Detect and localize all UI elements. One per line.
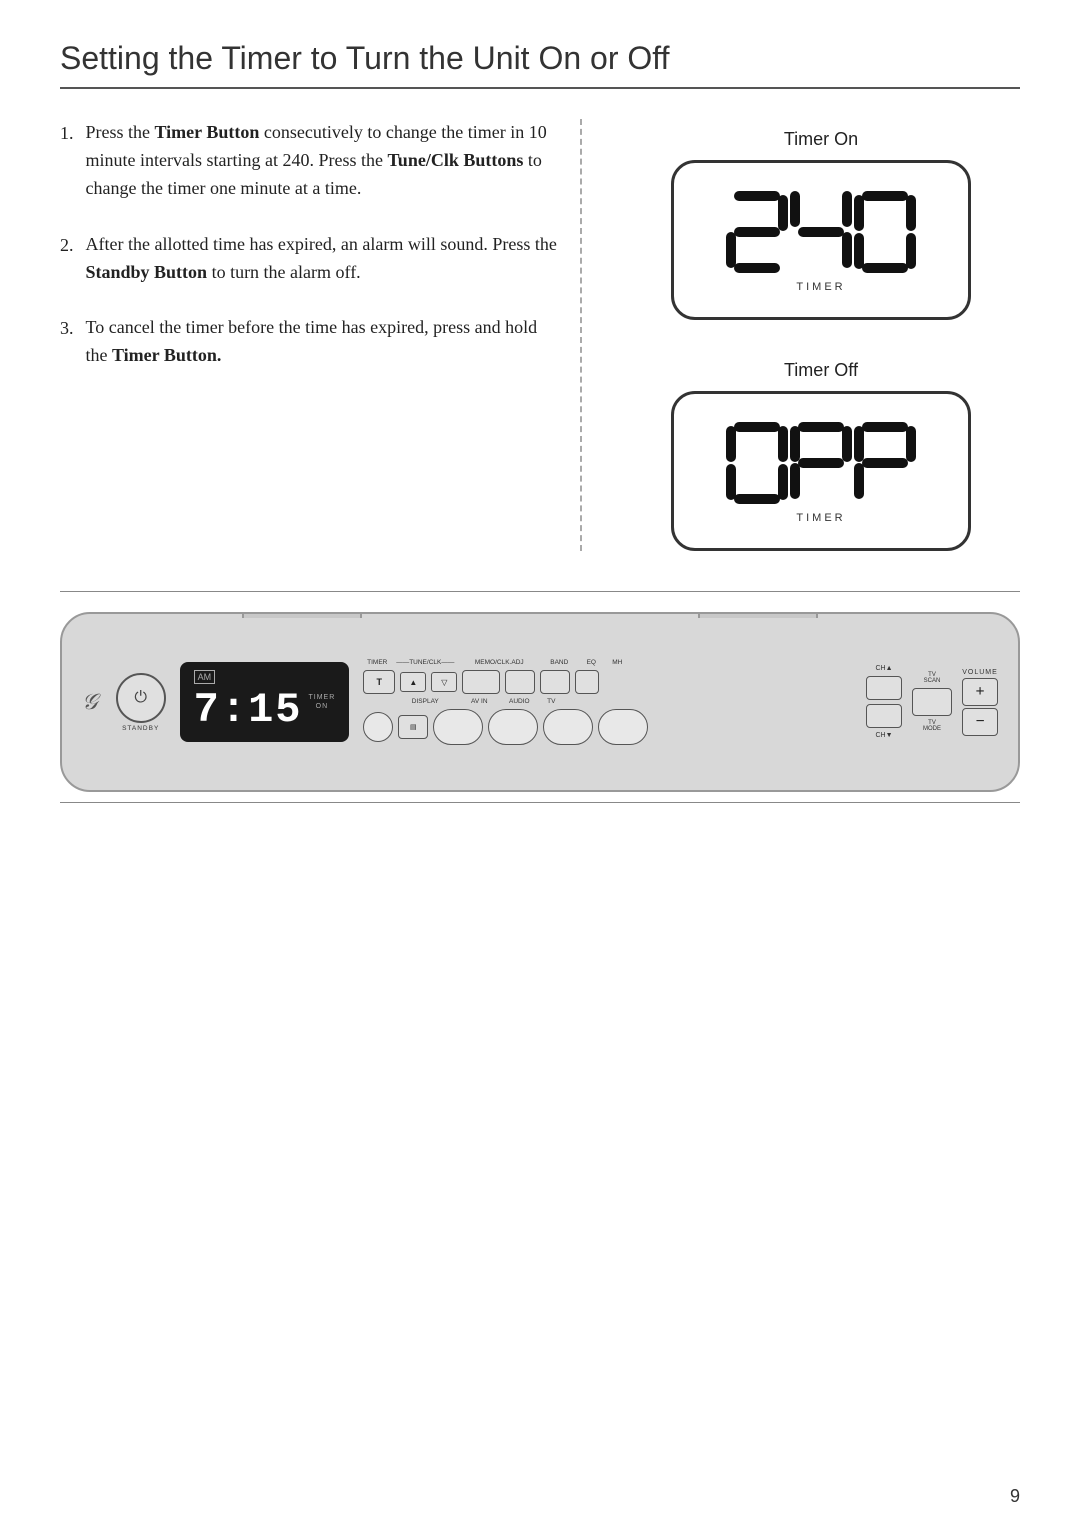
timer-on-group: Timer On bbox=[671, 129, 971, 320]
letter-f1-icon bbox=[790, 418, 852, 508]
standby-area: ⏻ STANDBY bbox=[116, 673, 166, 732]
scan-label: TVSCAN bbox=[924, 672, 941, 684]
timer-off-label: Timer Off bbox=[784, 360, 858, 381]
band-label: BAND bbox=[543, 659, 575, 666]
instruction-item-1: 1. Press the Timer Button consecutively … bbox=[60, 119, 560, 203]
digit-0-icon bbox=[854, 187, 916, 277]
instruction-text-3: To cancel the timer before the time has … bbox=[86, 314, 561, 370]
ch-up-label: CH▲ bbox=[875, 665, 892, 672]
ch-down-label: CH▼ bbox=[875, 732, 892, 739]
instruction-num-1: 1. bbox=[60, 119, 74, 203]
round-btn-1[interactable] bbox=[363, 712, 393, 742]
band-btn[interactable] bbox=[505, 670, 535, 694]
instructions-column: 1. Press the Timer Button consecutively … bbox=[60, 119, 580, 551]
device-bump-right bbox=[698, 612, 818, 618]
display-btn[interactable]: ▤ bbox=[398, 715, 428, 739]
tv-btn[interactable] bbox=[543, 709, 593, 745]
clock-time: 7:15 bbox=[194, 686, 303, 734]
clock-display: AM 7:15 TIMERON bbox=[180, 662, 350, 742]
instruction-num-3: 3. bbox=[60, 314, 74, 370]
scan-mode-controls: TVSCAN TVMODE bbox=[912, 672, 952, 732]
page-number: 9 bbox=[1010, 1486, 1020, 1507]
volume-label: VOLUME bbox=[962, 669, 998, 676]
letter-f2-icon bbox=[854, 418, 916, 508]
am-badge: AM bbox=[194, 670, 216, 684]
timer-on-device-label: TIMERON bbox=[309, 693, 336, 711]
eq-label: EQ bbox=[579, 659, 603, 666]
mid-controls: TIMER ——TUNE/CLK—— MEMO/CLK.ADJ BAND EQ … bbox=[363, 659, 648, 745]
instruction-text-1: Press the Timer Button consecutively to … bbox=[86, 119, 561, 203]
instruction-num-2: 2. bbox=[60, 231, 74, 287]
audio-btn[interactable] bbox=[488, 709, 538, 745]
timer-off-sub-label: TIMER bbox=[796, 512, 845, 524]
instruction-item-3: 3. To cancel the timer before the time h… bbox=[60, 314, 560, 370]
volume-up-btn[interactable]: + bbox=[962, 678, 998, 706]
letter-o-icon bbox=[726, 418, 788, 508]
page-container: Setting the Timer to Turn the Unit On or… bbox=[0, 0, 1080, 1527]
mh-btn[interactable] bbox=[575, 670, 599, 694]
device-bump-left bbox=[242, 612, 362, 618]
page-title: Setting the Timer to Turn the Unit On or… bbox=[60, 40, 1020, 89]
device-inner: 𝒢 ⏻ STANDBY AM 7:15 TIMERON bbox=[62, 614, 1018, 790]
ch-down-btn[interactable] bbox=[866, 704, 902, 728]
memo-clk-label: MEMO/CLK.ADJ bbox=[459, 659, 539, 666]
diagrams-column: Timer On bbox=[580, 119, 1020, 551]
btn-row-2: ▤ bbox=[363, 709, 648, 745]
device-section: 𝒢 ⏻ STANDBY AM 7:15 TIMERON bbox=[60, 591, 1020, 803]
volume-down-btn[interactable]: − bbox=[962, 708, 998, 736]
brand-logo-area: 𝒢 bbox=[82, 689, 98, 715]
avin-btn[interactable] bbox=[433, 709, 483, 745]
timer-btn[interactable]: T bbox=[363, 670, 395, 694]
ch-up-btn[interactable] bbox=[866, 676, 902, 700]
instruction-list: 1. Press the Timer Button consecutively … bbox=[60, 119, 560, 370]
mh-label: MH bbox=[607, 659, 627, 666]
timer-on-label: Timer On bbox=[784, 129, 858, 150]
btn-top-labels: TIMER ——TUNE/CLK—— MEMO/CLK.ADJ BAND EQ … bbox=[363, 659, 648, 666]
ch-controls: CH▲ CH▼ bbox=[866, 665, 902, 739]
digit-4-icon bbox=[790, 187, 852, 277]
instruction-item-2: 2. After the allotted time has expired, … bbox=[60, 231, 560, 287]
main-content: 1. Press the Timer Button consecutively … bbox=[60, 119, 1020, 551]
btn-row-1: T ▲ ▽ bbox=[363, 670, 648, 694]
timer-off-display bbox=[726, 418, 916, 508]
tune-clk-label: ——TUNE/CLK—— bbox=[395, 659, 455, 666]
scan-btn[interactable] bbox=[912, 688, 952, 716]
device-image: 𝒢 ⏻ STANDBY AM 7:15 TIMERON bbox=[60, 612, 1020, 792]
digit-2-icon bbox=[726, 187, 788, 277]
eq-btn[interactable] bbox=[540, 670, 570, 694]
btn-sub-labels: DISPLAY AV IN AUDIO TV bbox=[363, 698, 648, 705]
memo-btn[interactable] bbox=[462, 670, 500, 694]
tune-up-btn[interactable]: ▲ bbox=[400, 672, 426, 692]
standby-label: STANDBY bbox=[122, 725, 159, 732]
timer-on-lcd-box: TIMER bbox=[671, 160, 971, 320]
timer-label: TIMER bbox=[363, 659, 391, 666]
timer-on-sub-label: TIMER bbox=[796, 281, 845, 293]
power-icon: ⏻ bbox=[134, 689, 147, 707]
mode-label: TVMODE bbox=[923, 720, 941, 732]
volume-controls: VOLUME + − bbox=[962, 669, 998, 736]
standby-button[interactable]: ⏻ bbox=[116, 673, 166, 723]
timer-on-display bbox=[726, 187, 916, 277]
brand-logo-icon: 𝒢 bbox=[82, 689, 98, 714]
timer-off-group: Timer Off bbox=[671, 360, 971, 551]
instruction-text-2: After the allotted time has expired, an … bbox=[86, 231, 561, 287]
tune-down-btn[interactable]: ▽ bbox=[431, 672, 457, 692]
extra-btn-1[interactable] bbox=[598, 709, 648, 745]
right-controls: CH▲ CH▼ TVSCAN TVMODE VOLUME + − bbox=[866, 665, 998, 739]
timer-off-lcd-box: TIMER bbox=[671, 391, 971, 551]
